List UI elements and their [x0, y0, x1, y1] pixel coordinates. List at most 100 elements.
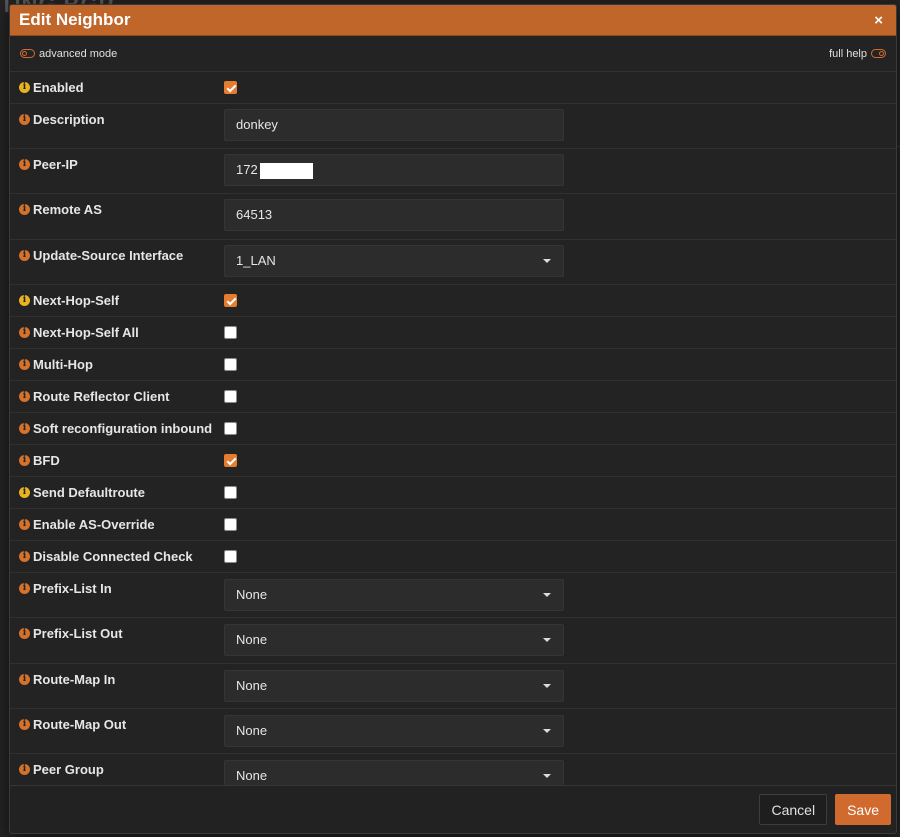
select-value: 1_LAN — [236, 253, 276, 268]
field-label: Route-Map Out — [33, 717, 127, 732]
dialog-footer: Cancel Save — [10, 785, 896, 833]
form-row-next-hop-self-all: i Next-Hop-Self All — [10, 317, 896, 349]
select-value: None — [236, 723, 268, 738]
peer-ip-value: 172 — [236, 162, 258, 177]
enabled-checkbox[interactable] — [224, 81, 237, 94]
form-row-next-hop-self: i Next-Hop-Self — [10, 285, 896, 317]
peer-ip-input[interactable]: 172 — [224, 154, 564, 186]
field-label: Next-Hop-Self All — [33, 325, 139, 340]
select-value: None — [236, 768, 268, 783]
chevron-down-icon — [543, 593, 551, 597]
form-row-enabled: i Enabled — [10, 72, 896, 104]
chevron-down-icon — [543, 684, 551, 688]
bfd-checkbox[interactable] — [224, 454, 237, 467]
field-label: Prefix-List Out — [33, 626, 123, 641]
info-icon[interactable]: i — [19, 719, 30, 730]
field-label: Disable Connected Check — [33, 549, 193, 564]
info-icon[interactable]: i — [19, 391, 30, 402]
field-label: Update-Source Interface — [33, 248, 184, 263]
form-row-soft-reconfiguration: i Soft reconfiguration inbound — [10, 413, 896, 445]
soft-reconfiguration-checkbox[interactable] — [224, 422, 237, 435]
form-row-peer-ip: i Peer-IP 172 — [10, 149, 896, 194]
prefix-list-out-select[interactable]: None — [224, 624, 564, 656]
close-icon[interactable]: × — [874, 13, 883, 28]
advanced-mode-label: advanced mode — [39, 47, 118, 60]
select-value: None — [236, 587, 268, 602]
route-map-out-select[interactable]: None — [224, 715, 564, 747]
field-label: Send Defaultroute — [33, 485, 145, 500]
disable-connected-check-checkbox[interactable] — [224, 550, 237, 563]
form-row-remote-as: i Remote AS 64513 — [10, 194, 896, 240]
select-value: None — [236, 632, 268, 647]
form-row-as-override: i Enable AS-Override — [10, 509, 896, 541]
next-hop-self-checkbox[interactable] — [224, 294, 237, 307]
form-row-route-map-in: i Route-Map In None — [10, 664, 896, 709]
field-label: BFD — [33, 453, 60, 468]
info-icon[interactable]: i — [19, 455, 30, 466]
info-icon[interactable]: i — [19, 551, 30, 562]
form-row-update-source: i Update-Source Interface 1_LAN — [10, 240, 896, 285]
field-label: Enabled — [33, 80, 84, 95]
field-label: Next-Hop-Self — [33, 293, 119, 308]
field-label: Description — [33, 112, 105, 127]
form-row-route-reflector-client: i Route Reflector Client — [10, 381, 896, 413]
info-icon[interactable]: i — [19, 487, 30, 498]
field-label: Remote AS — [33, 202, 102, 217]
form-row-description: i Description donkey — [10, 104, 896, 149]
next-hop-self-all-checkbox[interactable] — [224, 326, 237, 339]
cancel-button[interactable]: Cancel — [759, 794, 828, 825]
route-map-in-select[interactable]: None — [224, 670, 564, 702]
info-icon[interactable]: i — [19, 327, 30, 338]
redaction-block — [259, 162, 313, 179]
toggle-off-icon — [20, 49, 35, 58]
chevron-down-icon — [543, 729, 551, 733]
info-icon[interactable]: i — [19, 583, 30, 594]
field-label: Soft reconfiguration inbound — [33, 421, 213, 436]
full-help-toggle[interactable]: full help — [829, 48, 886, 60]
send-defaultroute-checkbox[interactable] — [224, 486, 237, 499]
prefix-list-in-select[interactable]: None — [224, 579, 564, 611]
field-label: Route-Map In — [33, 672, 116, 687]
info-icon[interactable]: i — [19, 423, 30, 434]
info-icon[interactable]: i — [19, 204, 30, 215]
save-button[interactable]: Save — [835, 794, 891, 825]
field-label: Route Reflector Client — [33, 389, 170, 404]
edit-neighbor-dialog: Edit Neighbor × advanced mode full help … — [9, 4, 897, 834]
info-icon[interactable]: i — [19, 114, 30, 125]
info-icon[interactable]: i — [19, 519, 30, 530]
form-row-prefix-list-out: i Prefix-List Out None — [10, 618, 896, 664]
as-override-checkbox[interactable] — [224, 518, 237, 531]
form-row-route-map-out: i Route-Map Out None — [10, 709, 896, 754]
full-help-label: full help — [829, 47, 867, 60]
form-row-bfd: i BFD — [10, 445, 896, 477]
info-icon[interactable]: i — [19, 764, 30, 775]
field-label: Peer Group — [33, 762, 104, 777]
dialog-title: Edit Neighbor — [19, 10, 131, 29]
field-label: Multi-Hop — [33, 357, 93, 372]
route-reflector-client-checkbox[interactable] — [224, 390, 237, 403]
field-label: Prefix-List In — [33, 581, 112, 596]
info-icon[interactable]: i — [19, 295, 30, 306]
update-source-select[interactable]: 1_LAN — [224, 245, 564, 277]
dialog-header: Edit Neighbor × — [10, 5, 896, 36]
advanced-mode-toggle[interactable]: advanced mode — [20, 48, 117, 60]
multi-hop-checkbox[interactable] — [224, 358, 237, 371]
chevron-down-icon — [543, 774, 551, 778]
info-icon[interactable]: i — [19, 159, 30, 170]
form-row-multi-hop: i Multi-Hop — [10, 349, 896, 381]
remote-as-input[interactable]: 64513 — [224, 199, 564, 231]
mode-toolbar: advanced mode full help — [10, 36, 896, 72]
info-icon[interactable]: i — [19, 628, 30, 639]
info-icon[interactable]: i — [19, 82, 30, 93]
toggle-off-icon — [871, 49, 886, 58]
info-icon[interactable]: i — [19, 250, 30, 261]
field-label: Peer-IP — [33, 157, 78, 172]
chevron-down-icon — [543, 259, 551, 263]
form-row-send-defaultroute: i Send Defaultroute — [10, 477, 896, 509]
description-input[interactable]: donkey — [224, 109, 564, 141]
info-icon[interactable]: i — [19, 674, 30, 685]
field-label: Enable AS-Override — [33, 517, 155, 532]
info-icon[interactable]: i — [19, 359, 30, 370]
form-row-prefix-list-in: i Prefix-List In None — [10, 573, 896, 618]
chevron-down-icon — [543, 638, 551, 642]
